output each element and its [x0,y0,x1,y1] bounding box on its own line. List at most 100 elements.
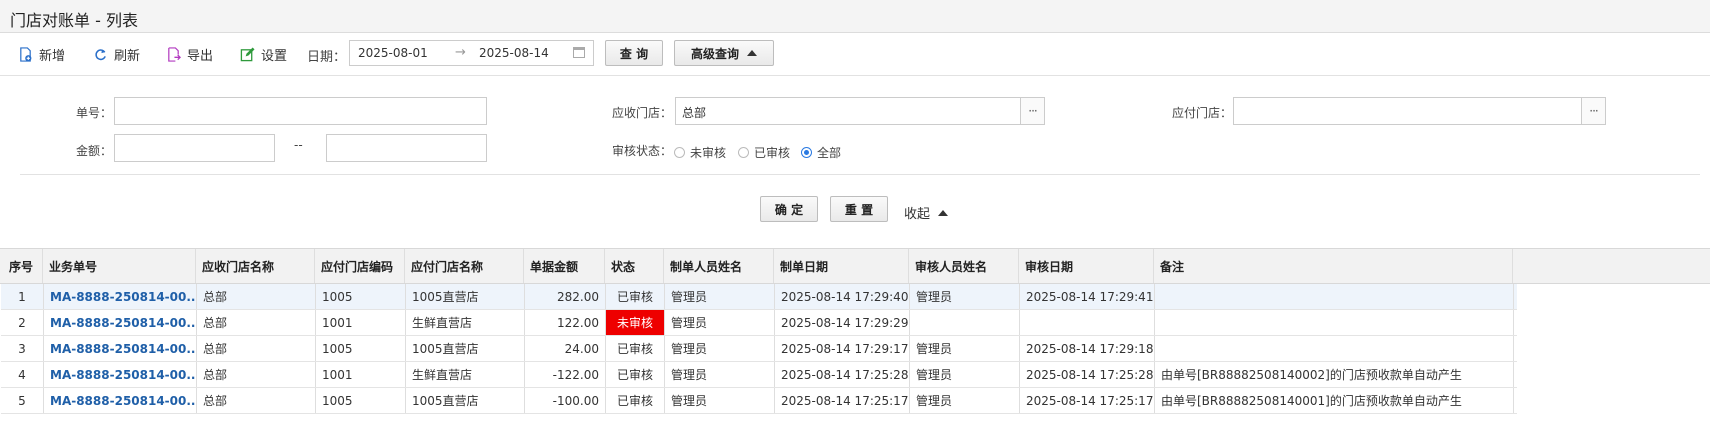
col-receivable-store-cell: 总部 [197,336,316,361]
receivable-store-input[interactable]: 总部 [675,97,1021,125]
col-status-cell: 已审核 [606,284,665,309]
col-amount-cell: 122.00 [525,310,606,335]
col-payable-store-name-cell: 1005直营店 [406,336,525,361]
title-bar: 门店对账单 - 列表 [0,0,1710,33]
settings-button[interactable]: 设置 [240,43,287,65]
advanced-query-button[interactable]: 高级查询 [674,40,774,66]
refresh-button[interactable]: 刷新 [93,43,140,65]
col-audit-date-cell: 2025-08-14 17:25:28 [1020,362,1155,387]
radio-unaudited[interactable]: 未审核 [674,144,726,161]
col-receivable-store-cell: 总部 [197,310,316,335]
col-creator-cell: 管理员 [665,388,775,413]
col-create-date-cell: 2025-08-14 17:29:17 [775,336,910,361]
radio-circle-selected[interactable] [801,147,812,158]
date-range-picker[interactable]: 2025-08-01 → 2025-08-14 [349,40,594,66]
header-col-creator[interactable]: 制单人员姓名 [664,249,774,283]
col-auditor-cell: 管理员 [910,336,1020,361]
radio-circle[interactable] [674,147,685,158]
header-col-audit-date[interactable]: 审核日期 [1019,249,1154,283]
payable-store-input[interactable] [1233,97,1582,125]
col-create-date-cell: 2025-08-14 17:25:28 [775,362,910,387]
amount-from-input[interactable] [114,134,275,162]
table-row[interactable]: 1 MA-8888-250814-00... 总部 1005 1005直营店 282.00… [1,284,1517,310]
date-label: 日期： [307,50,347,65]
col-index-cell: 4 [1,362,44,387]
col-status-cell: 已审核 [606,336,665,361]
col-receivable-store-cell: 总部 [197,362,316,387]
col-index-cell: 1 [1,284,44,309]
payable-store-picker-button[interactable]: ··· [1581,97,1606,125]
col-payable-store-code-cell: 1005 [316,284,406,309]
add-label: 新增 [39,48,66,64]
col-payable-store-name-cell: 生鲜直营店 [406,362,525,387]
col-order-no-cell[interactable]: MA-8888-250814-00... [44,336,197,361]
date-arrow: → [455,45,466,60]
amount-label: 金额： [76,144,113,158]
collapse-toggle[interactable]: 收起 [904,203,949,222]
export-button[interactable]: 导出 [166,43,213,65]
refresh-icon [95,48,106,60]
table-row[interactable]: 2 MA-8888-250814-00... 总部 1001 生鲜直营店 122.00 未审… [1,310,1517,336]
date-to[interactable]: 2025-08-14 [479,46,549,60]
add-doc-icon [20,46,32,62]
col-payable-store-code-cell: 1001 [316,310,406,335]
col-receivable-store-cell: 总部 [197,284,316,309]
export-label: 导出 [187,48,214,64]
order-no-input[interactable] [114,97,487,125]
header-col-payable-store-name[interactable]: 应付门店名称 [405,249,524,283]
header-col-payable-store-code[interactable]: 应付门店编码 [315,249,405,283]
export-icon [168,46,181,62]
amount-to-input[interactable] [326,134,487,162]
header-col-remark[interactable]: 备注 [1154,249,1513,283]
col-auditor-cell: 管理员 [910,362,1020,387]
table-header: 序号 业务单号 应收门店名称 应付门店编码 应付门店名称 单据金额 状态 制单人员姓名 制单日期… [0,248,1710,284]
header-col-auditor[interactable]: 审核人员姓名 [909,249,1019,283]
col-amount-cell: -122.00 [525,362,606,387]
col-audit-date-cell [1020,310,1155,335]
col-audit-date-cell: 2025-08-14 17:25:17 [1020,388,1155,413]
col-auditor-cell: 管理员 [910,388,1020,413]
settings-label: 设置 [261,48,288,64]
col-payable-store-code-cell: 1001 [316,362,406,387]
col-order-no-cell[interactable]: MA-8888-250814-00... [44,284,197,309]
table-row[interactable]: 4 MA-8888-250814-00... 总部 1001 生鲜直营店 -122.00 已… [1,362,1517,388]
col-payable-store-name-cell: 1005直营店 [406,284,525,309]
header-col-index[interactable]: 序号 [0,249,43,283]
calendar-icon[interactable] [573,47,585,58]
confirm-button[interactable]: 确 定 [760,196,818,222]
col-amount-cell: 24.00 [525,336,606,361]
radio-circle[interactable] [738,147,749,158]
radio-all[interactable]: 全部 [801,144,841,161]
col-creator-cell: 管理员 [665,362,775,387]
col-order-no-cell[interactable]: MA-8888-250814-00... [44,362,197,387]
header-col-amount[interactable]: 单据金额 [524,249,605,283]
order-no-label: 单号： [76,106,113,120]
col-create-date-cell: 2025-08-14 17:29:29 [775,310,910,335]
col-order-no-cell[interactable]: MA-8888-250814-00... [44,388,197,413]
col-order-no-cell[interactable]: MA-8888-250814-00... [44,310,197,335]
col-status-cell: 未审核 [606,310,665,335]
header-col-order-no[interactable]: 业务单号 [43,249,196,283]
date-from[interactable]: 2025-08-01 [358,46,428,60]
header-col-create-date[interactable]: 制单日期 [774,249,909,283]
col-creator-cell: 管理员 [665,284,775,309]
reset-button[interactable]: 重 置 [830,196,888,222]
col-create-date-cell: 2025-08-14 17:29:40 [775,284,910,309]
receivable-store-picker-button[interactable]: ··· [1020,97,1045,125]
radio-audited[interactable]: 已审核 [738,144,790,161]
header-col-status[interactable]: 状态 [605,249,664,283]
col-remark-cell [1155,310,1514,335]
add-button[interactable]: 新增 [18,43,65,65]
page-title: 门店对账单 - 列表 [10,11,138,30]
table-row[interactable]: 5 MA-8888-250814-00... 总部 1005 1005直营店 -100.0… [1,388,1517,414]
query-button[interactable]: 查 询 [605,40,663,66]
col-remark-cell: 由单号[BR88882508140002]的门店预收款单自动产生 [1155,362,1514,387]
header-col-receivable-store[interactable]: 应收门店名称 [196,249,315,283]
table-row[interactable]: 3 MA-8888-250814-00... 总部 1005 1005直营店 24.00 已… [1,336,1517,362]
col-payable-store-code-cell: 1005 [316,388,406,413]
caret-up-icon [747,50,757,56]
col-creator-cell: 管理员 [665,310,775,335]
col-index-cell: 5 [1,388,44,413]
col-creator-cell: 管理员 [665,336,775,361]
col-payable-store-code-cell: 1005 [316,336,406,361]
